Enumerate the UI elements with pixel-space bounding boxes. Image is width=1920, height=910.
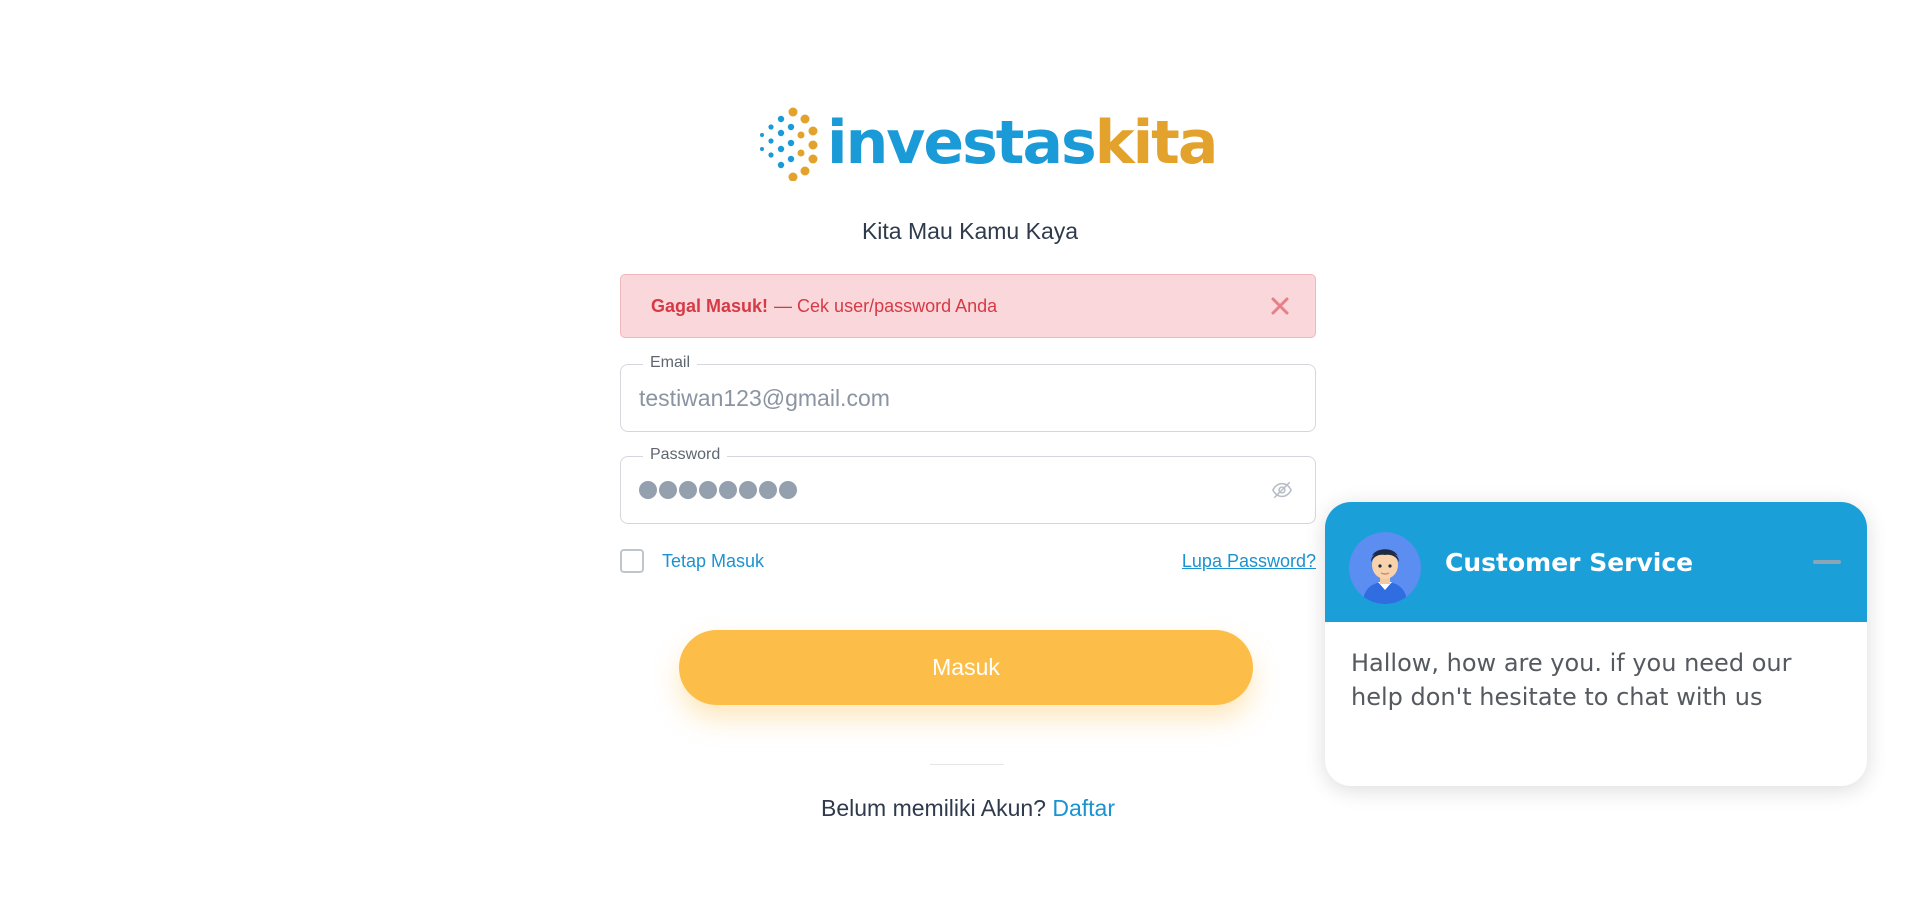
eye-slash-icon[interactable] [1271, 479, 1293, 501]
remember-me-label[interactable]: Tetap Masuk [662, 551, 764, 572]
tagline: Kita Mau Kamu Kaya [861, 218, 1079, 244]
brand-wordmark-part2: kita [1094, 108, 1219, 178]
divider [930, 764, 1004, 765]
password-mask-dot [739, 481, 757, 499]
alert-title: Gagal Masuk! [651, 295, 769, 316]
email-label: Email [643, 354, 698, 372]
password-label: Password [643, 446, 728, 464]
close-icon[interactable] [1269, 295, 1291, 317]
password-mask-dot [659, 481, 677, 499]
password-mask-dot [639, 481, 657, 499]
alert-message: — Cek user/password Anda [774, 295, 998, 316]
email-field[interactable]: Email [620, 354, 1316, 432]
forgot-password-link[interactable]: Lupa Password? [1182, 551, 1316, 572]
brand-logo: investaskita [755, 104, 1218, 182]
password-mask-dot [699, 481, 717, 499]
login-button[interactable]: Masuk [679, 630, 1253, 705]
signup-prompt-text: Belum memiliki Akun? [821, 795, 1046, 821]
chat-message: Hallow, how are you. if you need our hel… [1351, 649, 1792, 711]
chat-header[interactable]: Customer Service [1325, 502, 1867, 622]
password-mask-dot [759, 481, 777, 499]
hexagon-dots-logo-icon [760, 107, 818, 181]
minimize-icon[interactable] [1813, 560, 1841, 564]
chat-title: Customer Service [1445, 548, 1694, 577]
login-error-alert: Gagal Masuk! — Cek user/password Anda [620, 274, 1316, 338]
password-mask-dot [779, 481, 797, 499]
agent-avatar-icon [1349, 532, 1421, 604]
login-page: investaskita Kita Mau Kamu Kaya Gagal Ma… [0, 0, 1920, 910]
customer-service-chat-widget[interactable]: Customer Service Hallow, how are you. if… [1325, 502, 1867, 786]
checkbox-box[interactable] [620, 549, 644, 573]
password-mask-dot [679, 481, 697, 499]
signup-prompt: Belum memiliki Akun? Daftar [620, 795, 1316, 822]
remember-me-checkbox[interactable]: Tetap Masuk [620, 549, 764, 573]
signup-link[interactable]: Daftar [1052, 795, 1115, 821]
password-input[interactable] [639, 481, 797, 499]
password-field[interactable]: Password [620, 446, 1316, 524]
brand-wordmark: investaskita [827, 113, 1218, 173]
brand-wordmark-part1: investas [827, 108, 1097, 178]
password-mask-dot [719, 481, 737, 499]
email-input[interactable] [639, 385, 1297, 412]
